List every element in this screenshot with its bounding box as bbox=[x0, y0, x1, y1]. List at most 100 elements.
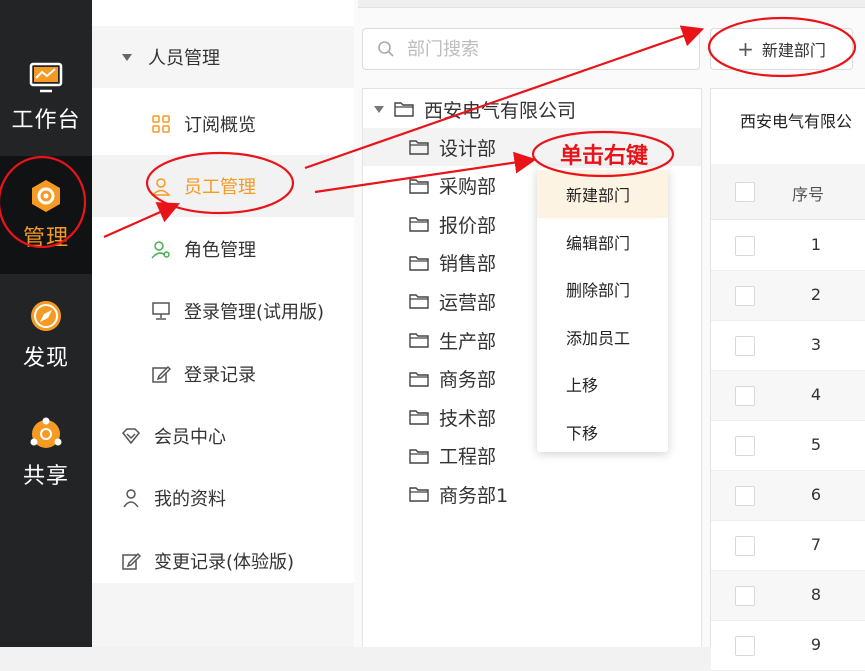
menu-item-member-center[interactable]: 会员中心 bbox=[92, 405, 354, 467]
tree-node-label: 技术部 bbox=[439, 407, 497, 430]
folder-icon bbox=[409, 140, 429, 155]
tree-root-company[interactable]: 西安电气有限公司 bbox=[372, 90, 576, 128]
caret-down-icon bbox=[374, 105, 384, 113]
dept-search-input[interactable] bbox=[405, 37, 665, 61]
ctx-label: 编辑部门 bbox=[566, 234, 631, 253]
row-seq-number: 7 bbox=[810, 535, 822, 554]
row-seq-number: 6 bbox=[810, 485, 822, 504]
row-checkbox[interactable] bbox=[735, 286, 755, 306]
menu-item-change-log[interactable]: 变更记录(体验版) bbox=[92, 530, 354, 592]
menu-item-label: 角色管理 bbox=[184, 240, 256, 261]
ctx-edit-dept[interactable]: 编辑部门 bbox=[537, 218, 668, 266]
row-checkbox[interactable] bbox=[735, 486, 755, 506]
menu-item-my-profile[interactable]: 我的资料 bbox=[92, 467, 354, 529]
row-seq-number: 2 bbox=[810, 285, 822, 304]
menu-item-label: 员工管理 bbox=[184, 177, 256, 198]
compass-icon bbox=[31, 301, 61, 331]
row-seq-number: 5 bbox=[810, 435, 822, 454]
context-menu: 新建部门 编辑部门 删除部门 添加员工 上移 下移 bbox=[537, 168, 668, 452]
ctx-move-down[interactable]: 下移 bbox=[537, 408, 668, 456]
left-rail: 工作台 管理 发现 共享 bbox=[0, 0, 92, 647]
menu-group-people[interactable]: 人员管理 bbox=[92, 26, 354, 88]
grid-icon bbox=[150, 113, 172, 135]
tree-node-label: 生产部 bbox=[439, 330, 497, 353]
monitor-icon bbox=[29, 62, 63, 93]
rail-item-discover[interactable]: 发现 bbox=[0, 276, 92, 394]
tree-node-label: 工程部 bbox=[439, 446, 497, 469]
annotation-label: 单击右键 bbox=[560, 144, 649, 169]
tree-node-label: 报价部 bbox=[439, 214, 497, 237]
ctx-move-up[interactable]: 上移 bbox=[537, 360, 668, 408]
folder-icon bbox=[409, 217, 429, 232]
share-node-icon bbox=[30, 417, 62, 448]
folder-icon bbox=[409, 487, 429, 503]
row-checkbox[interactable] bbox=[735, 436, 755, 456]
menu-item-login-log[interactable]: 登录记录 bbox=[92, 343, 354, 405]
rail-item-share[interactable]: 共享 bbox=[0, 394, 92, 512]
tree-node-label: 商务部 bbox=[439, 369, 497, 392]
row-seq-number: 3 bbox=[810, 335, 822, 354]
folder-icon bbox=[409, 371, 429, 387]
tree-node-label: 销售部 bbox=[439, 253, 497, 276]
row-checkbox[interactable] bbox=[735, 336, 755, 356]
menu-item-label: 订阅概览 bbox=[184, 115, 256, 136]
rail-label: 发现 bbox=[22, 346, 69, 371]
rail-label: 工作台 bbox=[11, 108, 81, 133]
folder-icon bbox=[409, 178, 429, 194]
ctx-new-dept[interactable]: 新建部门 bbox=[537, 170, 668, 218]
menu-item-label: 我的资料 bbox=[154, 489, 226, 510]
ctx-label: 添加员工 bbox=[566, 329, 631, 348]
folder-icon bbox=[409, 449, 429, 464]
row-seq-number: 8 bbox=[810, 585, 822, 604]
tree-node[interactable]: 商务部1 bbox=[409, 475, 649, 513]
menu-item-subscription[interactable]: 订阅概览 bbox=[92, 93, 354, 155]
menu-item-role[interactable]: 角色管理 bbox=[92, 218, 354, 280]
select-all-checkbox[interactable] bbox=[735, 182, 755, 202]
ctx-add-employee[interactable]: 添加员工 bbox=[537, 313, 668, 361]
tree-node[interactable]: 设计部 bbox=[363, 128, 701, 166]
hexagon-gear-icon bbox=[32, 180, 60, 212]
desktop-icon bbox=[150, 300, 172, 322]
folder-icon bbox=[409, 410, 429, 425]
dept-search-box[interactable] bbox=[362, 28, 700, 70]
menu-item-label: 登录管理(试用版) bbox=[184, 302, 325, 323]
tree-node-label: 运营部 bbox=[439, 291, 497, 314]
rail-label: 共享 bbox=[22, 464, 69, 489]
row-seq-number: 4 bbox=[810, 385, 822, 404]
user-icon bbox=[150, 175, 172, 197]
ctx-delete-dept[interactable]: 删除部门 bbox=[537, 265, 668, 313]
row-checkbox[interactable] bbox=[735, 236, 755, 256]
menu-item-label: 会员中心 bbox=[154, 427, 226, 448]
row-checkbox[interactable] bbox=[735, 586, 755, 606]
menu-group-label: 人员管理 bbox=[148, 48, 220, 69]
new-dept-label: 新建部门 bbox=[761, 41, 826, 60]
edit-icon bbox=[120, 550, 142, 572]
seq-header: 序号 bbox=[792, 185, 825, 204]
row-checkbox[interactable] bbox=[735, 636, 755, 656]
person-icon bbox=[120, 487, 142, 509]
tree-node-label: 采购部 bbox=[439, 176, 497, 199]
tree-node-label: 商务部1 bbox=[439, 484, 509, 507]
new-dept-button[interactable]: + 新建部门 bbox=[710, 28, 853, 70]
plus-icon: + bbox=[737, 37, 754, 61]
caret-down-icon bbox=[122, 53, 132, 61]
ctx-label: 上移 bbox=[566, 376, 599, 395]
folder-icon bbox=[409, 294, 429, 310]
ctx-label: 删除部门 bbox=[566, 281, 631, 300]
row-checkbox[interactable] bbox=[735, 386, 755, 406]
row-checkbox[interactable] bbox=[735, 536, 755, 556]
diamond-icon bbox=[120, 425, 142, 447]
ctx-label: 下移 bbox=[566, 424, 599, 443]
menu-item-employee[interactable]: 员工管理 bbox=[92, 155, 354, 217]
menu-item-label: 登录记录 bbox=[184, 365, 256, 386]
ctx-label: 新建部门 bbox=[566, 186, 631, 205]
rail-item-workbench[interactable]: 工作台 bbox=[0, 38, 92, 156]
folder-icon bbox=[394, 102, 414, 117]
menu-item-login-manage[interactable]: 登录管理(试用版) bbox=[92, 280, 354, 342]
edit-icon bbox=[150, 363, 172, 385]
user-settings-icon bbox=[150, 238, 172, 260]
tree-node-label: 西安电气有限公司 bbox=[424, 99, 577, 122]
folder-icon bbox=[409, 256, 429, 271]
company-tab[interactable]: 西安电气有限公 bbox=[740, 108, 852, 132]
rail-item-manage[interactable]: 管理 bbox=[0, 156, 92, 274]
